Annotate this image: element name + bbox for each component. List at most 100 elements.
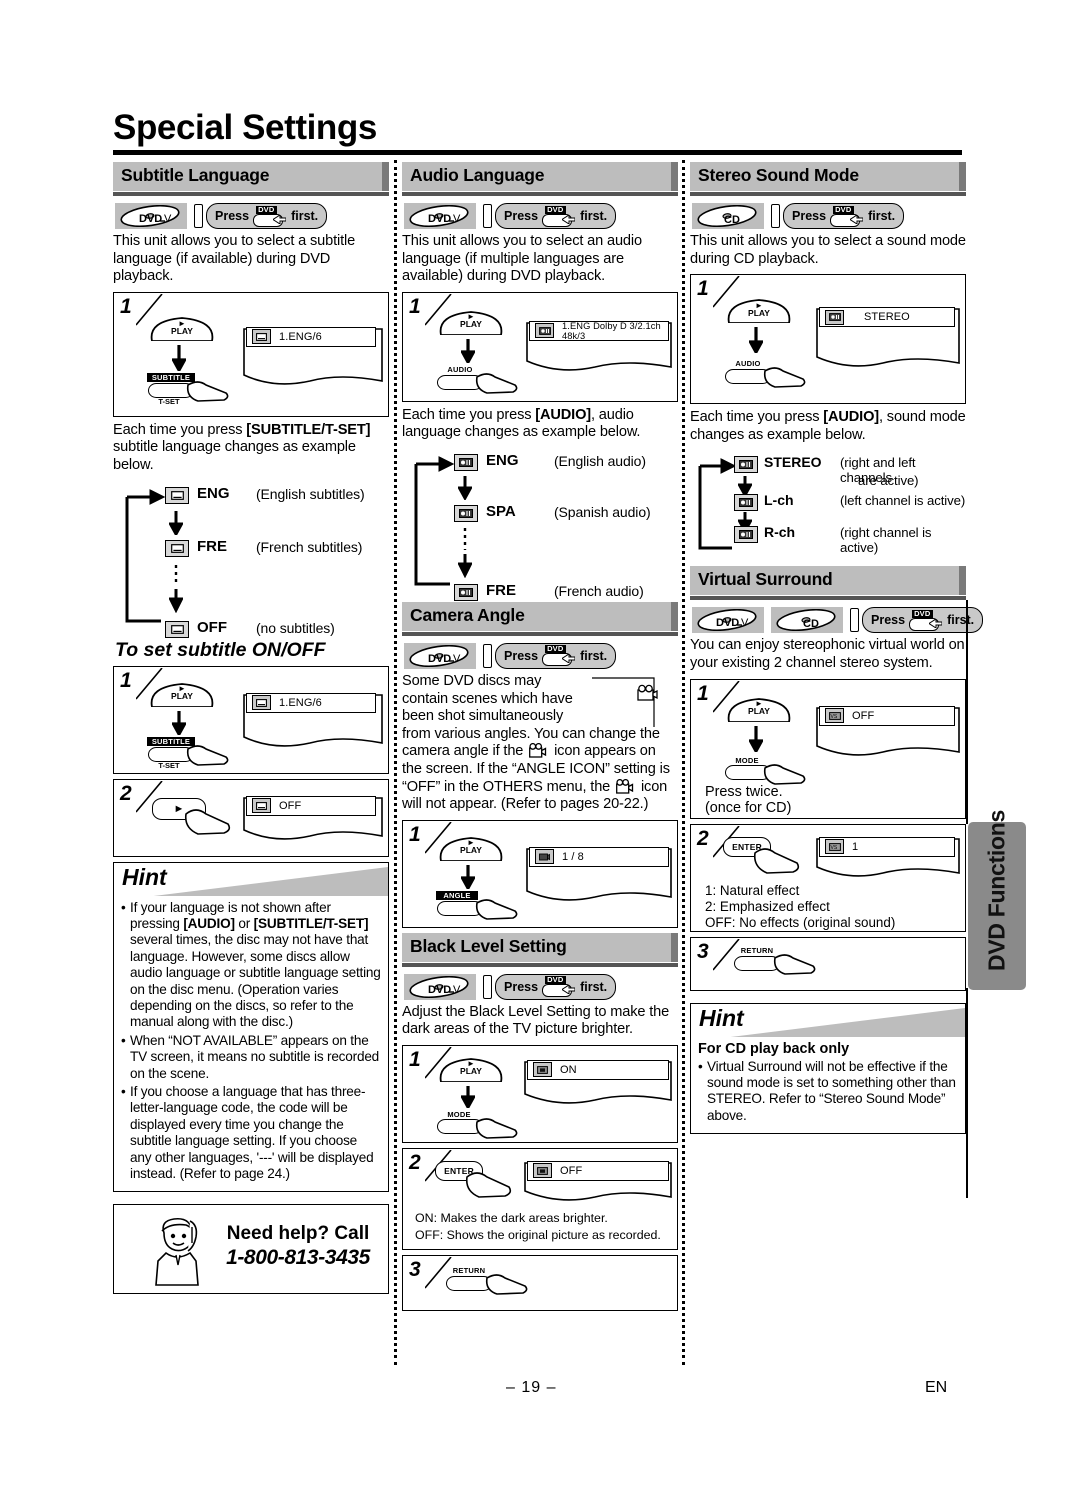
section-title: Subtitle Language <box>121 165 270 185</box>
dvd-key-icon: DVD <box>253 205 287 227</box>
hand-pointer-icon <box>186 744 229 766</box>
hint-box-left: Hint If your language is not shown after… <box>113 861 389 1193</box>
subtitle-icon <box>165 486 189 504</box>
step-box-vs-3: 3 RETURN <box>690 936 966 991</box>
subtitle-osd-icon <box>252 329 271 345</box>
audio-icon <box>734 494 758 512</box>
osd-strip: VS OFF <box>819 705 955 726</box>
cycle-row: R-ch (right channel is active) <box>690 522 966 556</box>
svg-text:V: V <box>453 984 461 996</box>
need-help-line2: 1-800-813-3435 <box>226 1246 370 1270</box>
down-arrow-icon <box>461 1085 475 1108</box>
dotted-down-arrow-icon <box>458 527 472 578</box>
play-key-icon: ► PLAY <box>723 297 795 325</box>
page-number: – 19 – <box>506 1379 557 1396</box>
disc-badge-dvdv-icon: DVD V <box>692 607 764 634</box>
section-header-bar: Subtitle Language <box>113 162 389 191</box>
step-box-vs-2: 2 ENTER VS 1 1: Natural effect 2: Emphas… <box>690 823 966 932</box>
step-box-vs-1: 1 ► PLAY MODE VS OFF Press twice. (once … <box>690 678 966 819</box>
cycle-desc: (English audio) <box>554 452 646 469</box>
cycle-code: STEREO <box>764 454 822 471</box>
audio-icon <box>734 526 758 544</box>
section-camera-angle: Camera Angle <box>402 601 678 636</box>
step-number: 3 <box>697 939 709 963</box>
cycle-row: OFF (no subtitles) <box>113 617 389 650</box>
osd-text: 1.ENG/6 <box>279 330 322 343</box>
black-level-note-on: ON: Makes the dark areas brighter. <box>415 1210 608 1225</box>
hand-pointer-icon <box>475 372 518 394</box>
column-middle: Audio Language DVD V Press DVD first. Th… <box>402 162 678 1316</box>
step-number: 2 <box>409 1150 421 1174</box>
audio-osd-icon <box>535 323 554 339</box>
hand-pointer-icon <box>753 847 800 874</box>
section-underline <box>113 192 389 196</box>
press-dvd-first-badge: Press DVD first. <box>483 973 617 1000</box>
hint-subheading: For CD play back only <box>698 1040 850 1057</box>
customer-service-illustration <box>155 1218 199 1287</box>
subtitle-cycle-list: ENG (English subtitles) FRE (French subt… <box>113 483 389 638</box>
svg-text:V: V <box>453 213 461 225</box>
hand-pointer-icon <box>184 808 231 835</box>
section-header-bar: Stereo Sound Mode <box>690 162 966 191</box>
subtitle-icon <box>165 539 189 557</box>
cycle-row: SPA (Spanish audio) <box>402 501 678 534</box>
osd-strip: OFF <box>246 795 376 816</box>
audio-intro-text: This unit allows you to select an audio … <box>402 233 642 285</box>
subtitle-osd-icon <box>252 798 271 814</box>
cycle-code: R-ch <box>764 524 796 541</box>
press-first-pill: Press DVD first. <box>495 973 617 1000</box>
section-underline <box>402 962 678 967</box>
black-level-osd-icon <box>533 1062 552 1078</box>
vs-effect-off: OFF: No effects (original sound) <box>705 914 896 930</box>
osd-strip: STEREO <box>819 307 955 328</box>
osd-text: 1 <box>852 840 859 853</box>
disc-badge-dvdv-icon: DVD V <box>404 203 476 229</box>
play-key-icon: ► PLAY <box>435 1056 507 1083</box>
section-audio-language: Audio Language <box>402 162 678 196</box>
osd-strip: 1.ENG Dolby D 3/2.1ch 48k/3 <box>529 320 669 341</box>
step-number: 1 <box>409 822 421 846</box>
section-underline <box>402 192 678 196</box>
osd-strip: 1 / 8 <box>529 846 669 867</box>
hint-title: Hint <box>122 863 167 890</box>
first-label: first. <box>291 209 319 223</box>
dvd-key-icon: DVD <box>542 976 576 998</box>
osd-strip: VS 1 <box>819 836 955 857</box>
page-title: Special Settings <box>113 108 377 147</box>
cycle-desc: (right channel is active) <box>840 525 932 556</box>
step-box-audio-1: 1 ► PLAY AUDIO 1.ENG Dolby D 3/2.1ch 48k… <box>402 291 678 402</box>
badge-row: DVD V Press DVD first. <box>115 203 389 229</box>
cycle-row: ENG (English audio) <box>402 450 678 483</box>
audio-icon <box>454 504 478 522</box>
hint-box-right: Hint For CD play back only Virtual Surro… <box>690 1002 966 1135</box>
first-label: first. <box>580 648 608 663</box>
camera-intro-rest: from various angles. You can change the … <box>402 725 670 813</box>
dvd-key-icon: DVD <box>542 645 576 667</box>
step-number: 1 <box>409 1047 421 1071</box>
first-label: first. <box>580 209 608 223</box>
step-box-onoff-2: 2 ► OFF <box>113 778 389 857</box>
svg-text:DVD: DVD <box>428 984 451 996</box>
svg-text:DVD: DVD <box>428 213 451 225</box>
audio-cycle-intro: Each time you press [AUDIO], audio langu… <box>402 406 641 441</box>
cycle-code: SPA <box>486 502 516 520</box>
section-stereo-sound-mode: Stereo Sound Mode <box>690 162 966 196</box>
disc-badge-dvdv-icon: DVD V <box>404 973 476 1000</box>
play-key-icon: ► PLAY <box>723 696 795 723</box>
cycle-code: ENG <box>486 451 519 469</box>
hand-pointer-icon <box>186 380 229 402</box>
vs-effect-2: 2: Emphasized effect <box>705 898 830 914</box>
osd-text: OFF <box>560 1164 583 1177</box>
step-box-angle-1: 1 ► PLAY ANGLE 1 / 8 <box>402 819 678 928</box>
down-arrow-icon <box>458 475 472 500</box>
press-dvd-first-badge: Press DVD first. <box>194 203 328 229</box>
disc-badge-cd-icon: CD <box>771 607 843 634</box>
hint-bullet: If your language is not shown after pres… <box>121 900 381 1031</box>
step-box-subtitle-1: 1 ► PLAY SUBTITLE T-SET 1.ENG/6 <box>113 291 389 417</box>
section-header-bar: Camera Angle <box>402 601 678 631</box>
disc-badge-dvdv-icon: DVD V <box>404 642 476 669</box>
cycle-row: STEREO (right and left channels are acti… <box>690 452 966 490</box>
play-key-icon: ► PLAY <box>146 315 218 342</box>
step-box-black-3: 3 RETURN <box>402 1254 678 1311</box>
side-rule-bottom <box>966 988 968 1198</box>
